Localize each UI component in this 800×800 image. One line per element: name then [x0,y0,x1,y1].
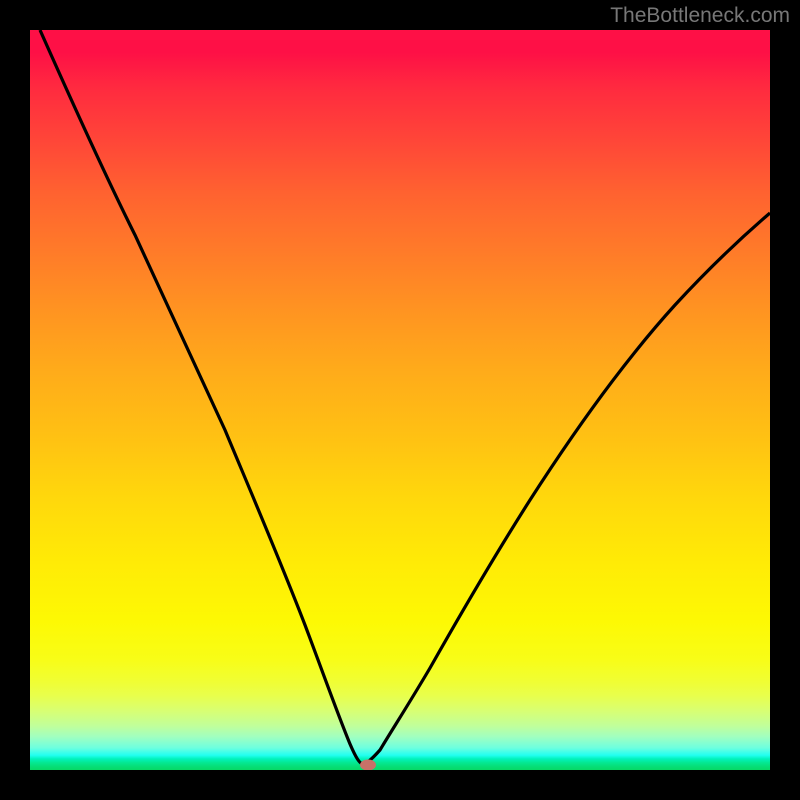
watermark-text: TheBottleneck.com [610,4,790,28]
curve-path [40,30,770,764]
minimum-marker [360,760,376,771]
chart-container: TheBottleneck.com [0,0,800,800]
plot-area [30,30,770,770]
curve-svg [30,30,770,770]
